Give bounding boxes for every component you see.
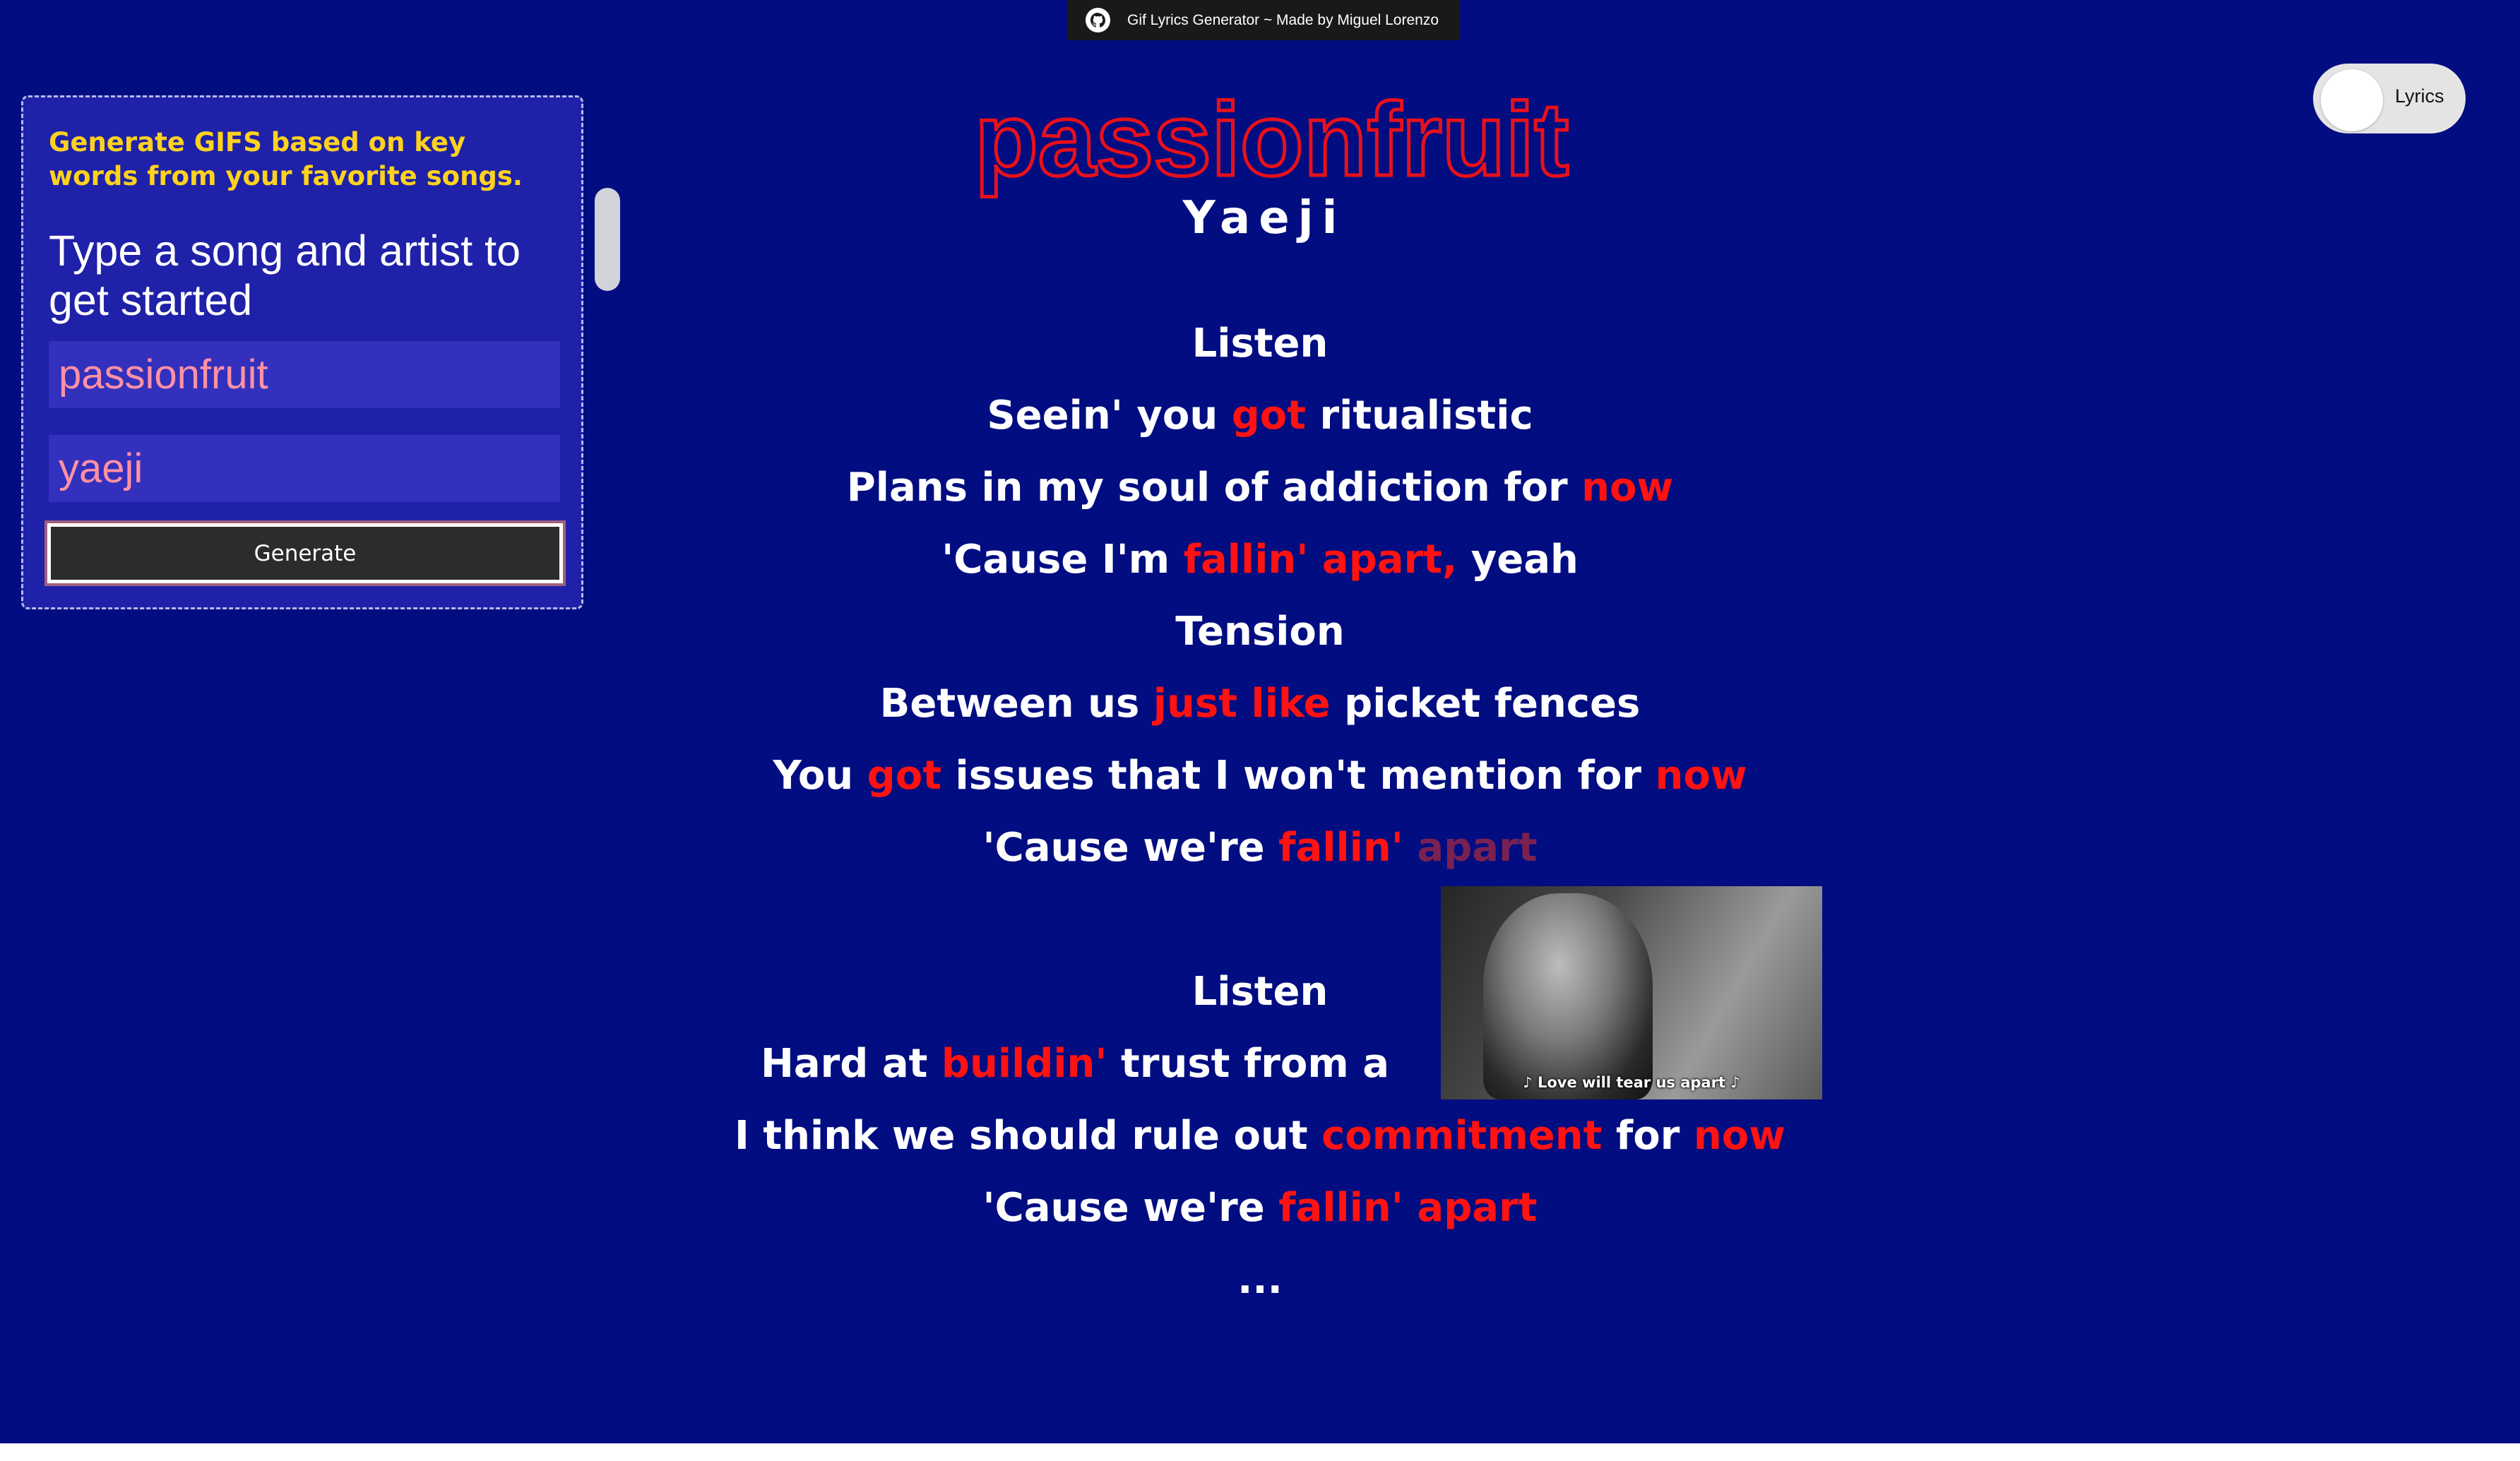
lyric-line: 'Cause we're fallin' apart [0,1180,2520,1236]
gif-caption: ♪ Love will tear us apart ♪ [1523,1074,1740,1091]
keyword-highlight[interactable]: got [867,753,941,799]
keyword-highlight[interactable]: now [1581,465,1673,511]
toggle-knob[interactable] [2321,69,2383,131]
lyric-text: for [1602,1113,1694,1159]
lyric-text: 'Cause we're [982,825,1279,871]
song-title: passionfruit [973,82,1571,198]
keyword-highlight[interactable]: fallin' apart, [1184,537,1458,583]
artist-name: Yaeji [1182,192,1346,244]
lyric-gif[interactable]: ♪ Love will tear us apart ♪ [1441,886,1822,1099]
lyric-line: Listen [0,964,2520,1020]
lyric-line: You got issues that I won't mention for … [0,748,2520,804]
lyric-text: trust from a [1107,1041,1389,1087]
panel-tagline: Generate GIFS based on key words from yo… [49,127,523,191]
github-icon[interactable] [1086,8,1110,32]
lyric-text: Listen [1191,321,1329,366]
keyword-highlight[interactable]: now [1694,1113,1785,1159]
keyword-highlight-dim[interactable]: apart [1417,825,1537,871]
panel-prompt: Type a song and artist to get started [49,227,521,324]
keyword-highlight[interactable]: got [1232,393,1306,439]
lyric-text: ritualistic [1306,393,1533,439]
lyric-text: issues that I won't mention for [941,753,1656,799]
page-bottom-edge [0,1443,2520,1461]
lyric-line: I think we should rule out commitment fo… [0,1108,2520,1164]
keyword-highlight[interactable]: now [1656,753,1747,799]
lyric-text: Listen [1191,969,1329,1015]
lyric-text: Between us [879,681,1153,727]
lyric-text: You [773,753,867,799]
banner-text[interactable]: Gif Lyrics Generator ~ Made by Miguel Lo… [1127,12,1439,29]
lyrics-toggle[interactable]: Lyrics [2313,64,2466,133]
toggle-label: Lyrics [2395,85,2444,107]
lyric-text: 'Cause I'm [941,537,1184,583]
lyric-line: Between us just like picket fences [0,676,2520,732]
lyric-text: Hard at [761,1041,941,1087]
lyric-line: Seein' you got ritualistic [0,388,2520,444]
scrollbar-thumb[interactable] [595,188,620,291]
lyric-text: Tension [1175,609,1345,655]
lyric-line: Tension [0,604,2520,660]
lyric-text [1403,825,1418,871]
lyric-text: I think we should rule out [735,1113,1322,1159]
keyword-highlight[interactable]: fallin' apart [1278,1185,1537,1231]
lyrics-ellipsis: ... [1237,1257,1283,1303]
keyword-highlight[interactable]: buildin' [941,1041,1107,1087]
lyric-text: Seein' you [987,393,1232,439]
keyword-highlight[interactable]: fallin' [1278,825,1403,871]
lyric-text: Plans in my soul of addiction for [846,465,1582,511]
panel-scrollbar[interactable] [595,188,620,291]
lyric-line: 'Cause I'm fallin' apart, yeah [0,532,2520,588]
gif-figure [1483,893,1653,1099]
keyword-highlight[interactable]: commitment [1321,1113,1602,1159]
lyric-text: 'Cause we're [982,1185,1279,1231]
lyric-line: 'Cause we're fallin' apart [0,820,2520,876]
credits-banner[interactable]: Gif Lyrics Generator ~ Made by Miguel Lo… [1067,0,1459,40]
lyric-line: Listen [0,316,2520,372]
lyric-text: yeah [1457,537,1579,583]
lyric-line: Hard at buildin' trust from a [0,1036,2335,1092]
lyric-line: Plans in my soul of addiction for now [0,460,2520,516]
lyric-text: picket fences [1330,681,1641,727]
keyword-highlight[interactable]: just like [1153,681,1331,727]
